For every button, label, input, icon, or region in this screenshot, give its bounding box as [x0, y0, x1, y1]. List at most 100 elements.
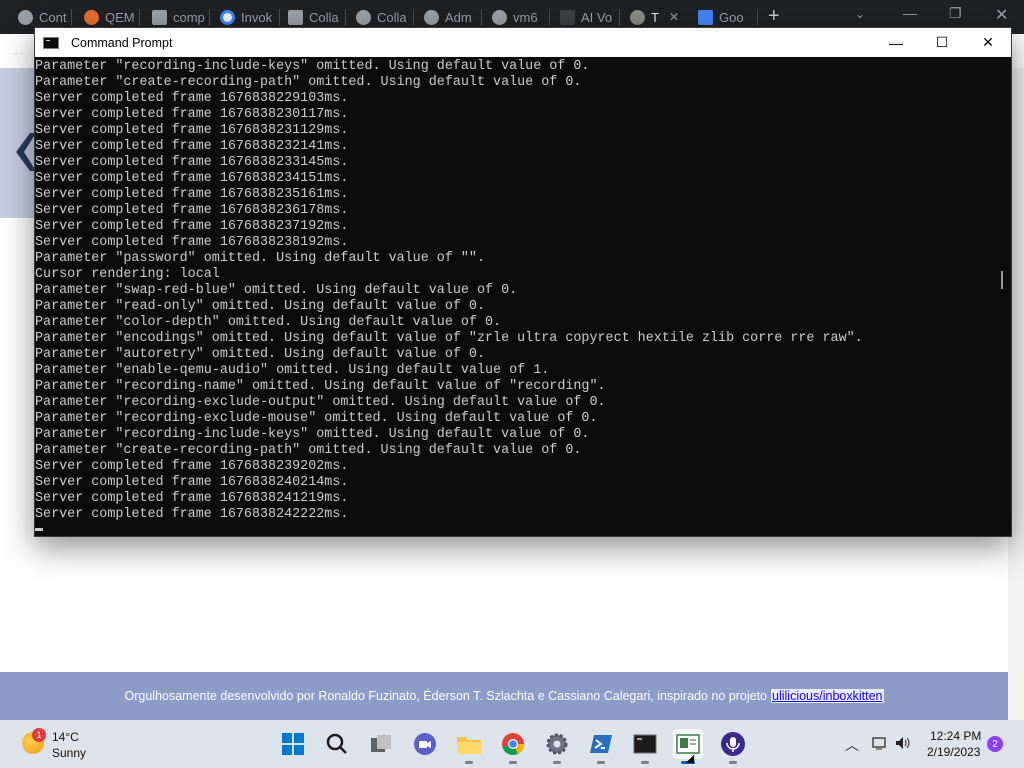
- text-cursor: [35, 528, 43, 531]
- gear-icon: [546, 733, 568, 755]
- console-line: Parameter "enable-qemu-audio" omitted. U…: [35, 363, 550, 378]
- clock-time[interactable]: 12:24 PM: [930, 729, 981, 743]
- footer-credits: Orgulhosamente desenvolvido por Ronaldo …: [124, 689, 768, 703]
- console-line: Server completed frame 1676838229103ms.: [35, 91, 349, 106]
- console-line: Server completed frame 1676838233145ms.: [35, 155, 349, 170]
- console-line: Parameter "create-recording-path" omitte…: [35, 443, 582, 458]
- powershell-icon: [590, 735, 612, 753]
- console-line: Parameter "recording-include-keys" omitt…: [35, 427, 590, 442]
- start-button[interactable]: [278, 729, 308, 759]
- search-icon: [326, 733, 347, 754]
- stack-icon: [288, 9, 303, 25]
- page-footer: Orgulhosamente desenvolvido por Ronaldo …: [0, 672, 1008, 720]
- terminal-icon: [43, 36, 59, 49]
- file-explorer-button[interactable]: [454, 729, 484, 764]
- volume-icon[interactable]: [895, 736, 911, 750]
- cmd-scrollbar-thumb[interactable]: [1001, 271, 1003, 289]
- console-line: Server completed frame 1676838232141ms.: [35, 139, 349, 154]
- podcast-app-button[interactable]: [718, 729, 748, 764]
- chevron-up-icon[interactable]: ︿: [845, 735, 859, 755]
- command-prompt-window[interactable]: Command Prompt — ☐ ✕ Parameter "recordin…: [34, 27, 1012, 537]
- teams-chat-button[interactable]: [410, 729, 440, 759]
- browser-tab-ai-vo[interactable]: AI Vo: [552, 6, 620, 28]
- cmd-titlebar[interactable]: Command Prompt — ☐ ✕: [35, 28, 1011, 57]
- avatar-icon: [630, 9, 645, 25]
- tab-label: vm6: [513, 9, 538, 25]
- terminal-icon: [633, 734, 657, 754]
- browser-tab-invok[interactable]: Invok: [212, 6, 280, 28]
- console-line: Cursor rendering: local: [35, 267, 220, 282]
- cmd-scrollbar[interactable]: [994, 59, 1011, 535]
- square-logo-icon: [560, 9, 575, 25]
- video-chat-icon: [414, 733, 436, 755]
- console-line: Server completed frame 1676838236178ms.: [35, 203, 349, 218]
- console-line: Server completed frame 1676838230117ms.: [35, 107, 349, 122]
- stack-icon: [152, 9, 167, 25]
- scrollbar-thumb[interactable]: [1012, 70, 1020, 90]
- settings-button[interactable]: [542, 729, 572, 764]
- browser-tab-colla-2[interactable]: Colla: [348, 6, 414, 28]
- google-translate-icon: [698, 9, 713, 25]
- tab-label: comp: [173, 9, 205, 25]
- browser-tab-qemu[interactable]: QEM: [76, 6, 140, 28]
- weather-condition[interactable]: Sunny: [52, 746, 86, 760]
- browser-tab-colla-1[interactable]: Colla: [280, 6, 346, 28]
- weather-badge: 1: [32, 728, 46, 742]
- new-tab-button[interactable]: +: [768, 6, 780, 26]
- task-view-icon: [371, 735, 391, 752]
- browser-tab-adm[interactable]: Adm: [416, 6, 482, 28]
- task-view-button[interactable]: [366, 729, 396, 759]
- chevron-down-icon[interactable]: ⌄: [855, 7, 865, 21]
- chrome-button[interactable]: [498, 729, 528, 764]
- browser-tab-active[interactable]: T ✕: [622, 6, 688, 28]
- browser-minimize-button[interactable]: —: [903, 5, 917, 21]
- console-line: Parameter "recording-exclude-output" omi…: [35, 395, 606, 410]
- running-indicator: [597, 761, 605, 764]
- browser-maximize-button[interactable]: ❐: [949, 5, 962, 22]
- console-line: Parameter "password" omitted. Using defa…: [35, 251, 485, 266]
- notification-badge[interactable]: 2: [987, 736, 1003, 752]
- console-line: Server completed frame 1676838235161ms.: [35, 187, 349, 202]
- globe-icon: [356, 9, 371, 25]
- console-line: Server completed frame 1676838239202ms.: [35, 459, 349, 474]
- clock-date[interactable]: 2/19/2023: [927, 745, 980, 759]
- globe-icon: [424, 9, 439, 25]
- browser-tab-cont[interactable]: Cont: [10, 6, 72, 28]
- back-arrow-icon[interactable]: ←: [10, 40, 30, 63]
- cmd-maximize-button[interactable]: ☐: [919, 28, 965, 57]
- browser-tab-vm6[interactable]: vm6: [484, 6, 550, 28]
- network-icon[interactable]: [872, 736, 888, 750]
- footer-repo-link[interactable]: ulilicious/inboxkitten: [771, 689, 884, 703]
- qemu-icon: [84, 9, 99, 25]
- powershell-button[interactable]: [586, 729, 616, 764]
- running-indicator: [509, 761, 517, 764]
- chrome-icon: [502, 733, 524, 755]
- tab-label: Invok: [241, 9, 273, 25]
- console-line: Parameter "recording-include-keys" omitt…: [35, 59, 590, 74]
- console-line: Server completed frame 1676838241219ms.: [35, 491, 349, 506]
- search-button[interactable]: [322, 729, 352, 759]
- running-indicator: [553, 761, 561, 764]
- terminal-button[interactable]: [630, 729, 660, 764]
- console-line: Server completed frame 1676838240214ms.: [35, 475, 349, 490]
- close-tab-icon[interactable]: ✕: [669, 10, 679, 24]
- console-line: Parameter "create-recording-path" omitte…: [35, 75, 582, 90]
- console-output[interactable]: Parameter "recording-include-keys" omitt…: [35, 59, 993, 535]
- editor-button[interactable]: [673, 729, 703, 764]
- tab-label: T: [651, 9, 659, 25]
- browser-tab-comp[interactable]: comp: [144, 6, 210, 28]
- console-line: Server completed frame 1676838231129ms.: [35, 123, 349, 138]
- console-line: Parameter "read-only" omitted. Using def…: [35, 299, 485, 314]
- running-indicator: [641, 761, 649, 764]
- weather-temperature[interactable]: 14°C: [52, 730, 79, 744]
- cmd-minimize-button[interactable]: —: [873, 28, 919, 57]
- browser-tab-goo[interactable]: Goo: [690, 6, 758, 28]
- globe-icon: [492, 9, 507, 25]
- cmd-close-button[interactable]: ✕: [965, 28, 1011, 57]
- microphone-icon: [721, 732, 745, 756]
- console-line: Server completed frame 1676838237192ms.: [35, 219, 349, 234]
- window-title: Command Prompt: [71, 35, 173, 50]
- globe-icon: [18, 9, 33, 25]
- browser-close-button[interactable]: ✕: [995, 5, 1008, 25]
- tab-label: QEM: [105, 9, 135, 25]
